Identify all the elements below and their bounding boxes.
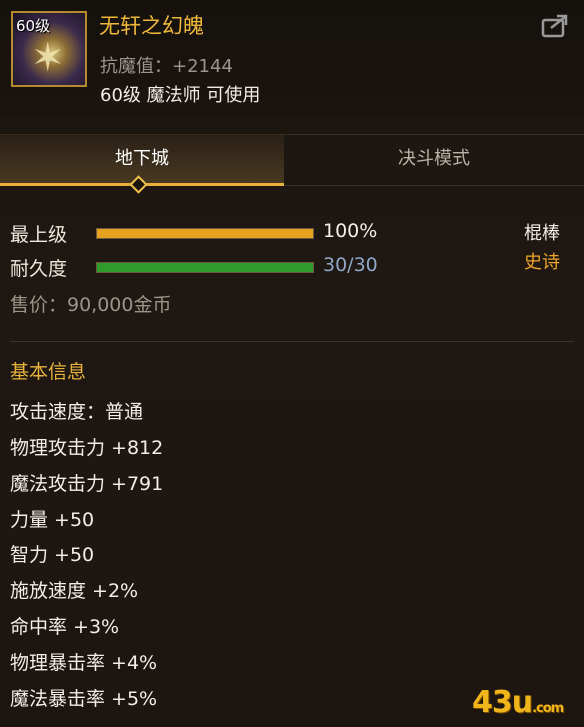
attribute-item: 物理暴击率 +4% xyxy=(10,652,158,674)
upgrade-value: 100% xyxy=(323,220,378,242)
durability-label: 耐久度 xyxy=(10,258,68,280)
attribute-item: 施放速度 +2% xyxy=(10,580,139,602)
upgrade-bar xyxy=(96,228,314,239)
attribute-item: 力量 +50 xyxy=(10,509,95,531)
attribute-item: 魔法攻击力 +791 xyxy=(10,473,164,495)
upgrade-label: 最上级 xyxy=(10,224,68,246)
divider xyxy=(10,341,574,342)
item-tooltip-panel: ✶ 60级 无轩之幻魄 抗魔值：+2144 60级 魔法师 可使用 地下城 决斗… xyxy=(0,0,584,727)
site-watermark-logo: 43u.com xyxy=(472,685,564,720)
upgrade-bar-fill xyxy=(97,229,313,238)
sell-price: 售价：90,000金币 xyxy=(10,294,172,316)
staff-icon: ✶ xyxy=(31,35,65,81)
tab-dungeon[interactable]: 地下城 xyxy=(0,135,284,186)
mode-tabs: 地下城 决斗模式 xyxy=(0,134,584,186)
item-icon: ✶ 60级 xyxy=(11,11,87,87)
attribute-item: 物理攻击力 +812 xyxy=(10,437,164,459)
item-name: 无轩之幻魄 xyxy=(99,14,204,38)
section-title-basic-info: 基本信息 xyxy=(10,361,87,383)
item-header: ✶ 60级 无轩之幻魄 抗魔值：+2144 60级 魔法师 可使用 xyxy=(0,0,584,118)
attribute-item: 魔法暴击率 +5% xyxy=(10,688,158,710)
item-main-stat: 抗魔值：+2144 xyxy=(100,56,233,77)
durability-bar-fill xyxy=(97,263,313,272)
attribute-item: 命中率 +3% xyxy=(10,616,120,638)
attribute-item: 智力 +50 xyxy=(10,544,95,566)
item-requirement: 60级 魔法师 可使用 xyxy=(100,85,261,106)
share-icon[interactable] xyxy=(541,14,569,38)
durability-bar xyxy=(96,262,314,273)
rarity-label: 史诗 xyxy=(524,252,560,273)
tab-pvp[interactable]: 决斗模式 xyxy=(284,135,584,185)
item-level-badge: 60级 xyxy=(16,17,51,35)
attribute-item: 攻击速度：普通 xyxy=(10,401,144,423)
durability-value: 30/30 xyxy=(323,254,378,276)
weapon-type: 棍棒 xyxy=(524,223,560,244)
